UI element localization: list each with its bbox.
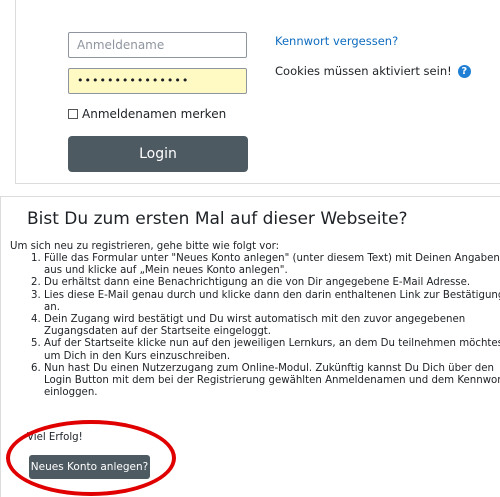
remember-label: Anmeldenamen merken bbox=[82, 107, 227, 121]
password-input[interactable]: ••••••••••••••• bbox=[68, 68, 247, 94]
username-input[interactable]: Anmeldename bbox=[68, 32, 247, 58]
help-icon[interactable]: ? bbox=[457, 64, 471, 78]
step-item: Du erhältst dann eine Benachrichtigung a… bbox=[44, 277, 500, 289]
cookies-notice-text: Cookies müssen aktiviert sein! bbox=[275, 64, 452, 78]
signup-intro: Um sich neu zu registrieren, gehe bitte … bbox=[10, 241, 280, 252]
signup-thanks: Viel Erfolg! bbox=[27, 432, 83, 443]
remember-checkbox[interactable] bbox=[68, 109, 78, 119]
step-item: Nun hast Du einen Nutzerzugang zum Onlin… bbox=[44, 363, 500, 400]
cookies-notice: Cookies müssen aktiviert sein! ? bbox=[275, 64, 471, 78]
signup-steps: Fülle das Formular unter "Neues Konto an… bbox=[28, 253, 500, 399]
new-account-button[interactable]: Neues Konto anlegen? bbox=[29, 455, 150, 479]
login-button[interactable]: Login bbox=[68, 136, 248, 172]
step-item: Dein Zugang wird bestätigt und Du wirst … bbox=[44, 314, 500, 338]
remember-username[interactable]: Anmeldenamen merken bbox=[68, 107, 226, 121]
step-item: Auf der Startseite klicke nun auf den je… bbox=[44, 338, 500, 362]
signup-title: Bist Du zum ersten Mal auf dieser Websei… bbox=[27, 209, 408, 229]
step-item: Lies diese E-Mail genau durch und klicke… bbox=[44, 290, 500, 314]
step-item: Fülle das Formular unter "Neues Konto an… bbox=[44, 253, 500, 277]
forgot-password-link[interactable]: Kennwort vergessen? bbox=[275, 34, 398, 48]
